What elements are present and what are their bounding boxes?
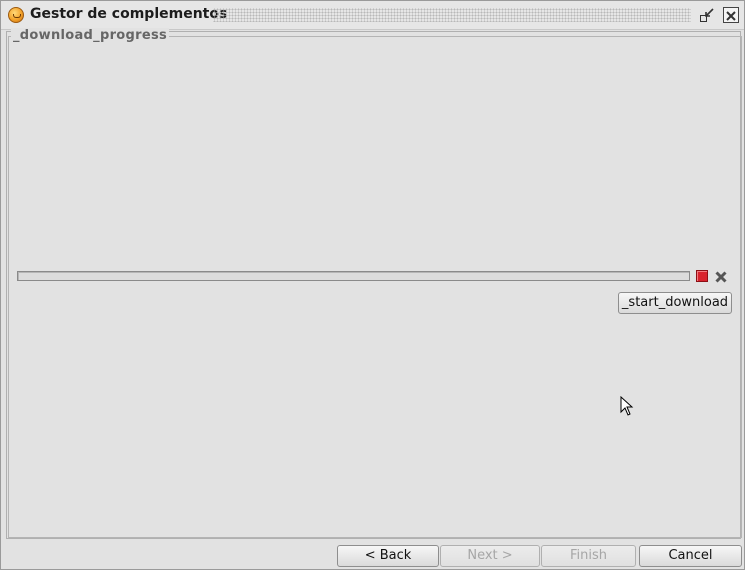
cancel-x-icon[interactable] — [714, 269, 728, 283]
title-bar[interactable]: Gestor de complementos — [1, 1, 744, 30]
group-title: _download_progress — [11, 28, 170, 43]
finish-button[interactable]: Finish — [541, 545, 636, 567]
window-title: Gestor de complementos — [30, 6, 228, 22]
mouse-pointer-icon — [620, 396, 634, 416]
cancel-button[interactable]: Cancel — [639, 545, 742, 567]
stop-icon[interactable] — [696, 270, 708, 282]
download-progress-bar — [17, 271, 690, 281]
plugin-manager-window: Gestor de complementos _download_progres… — [0, 0, 745, 570]
back-button[interactable]: < Back — [337, 545, 439, 567]
download-progress-group — [8, 36, 742, 538]
next-button[interactable]: Next > — [440, 545, 540, 567]
title-bar-grip — [213, 8, 691, 22]
restore-icon[interactable] — [699, 7, 715, 23]
start-download-button[interactable]: _start_download — [618, 292, 732, 314]
close-icon[interactable] — [723, 7, 739, 23]
app-logo-icon — [8, 7, 24, 23]
